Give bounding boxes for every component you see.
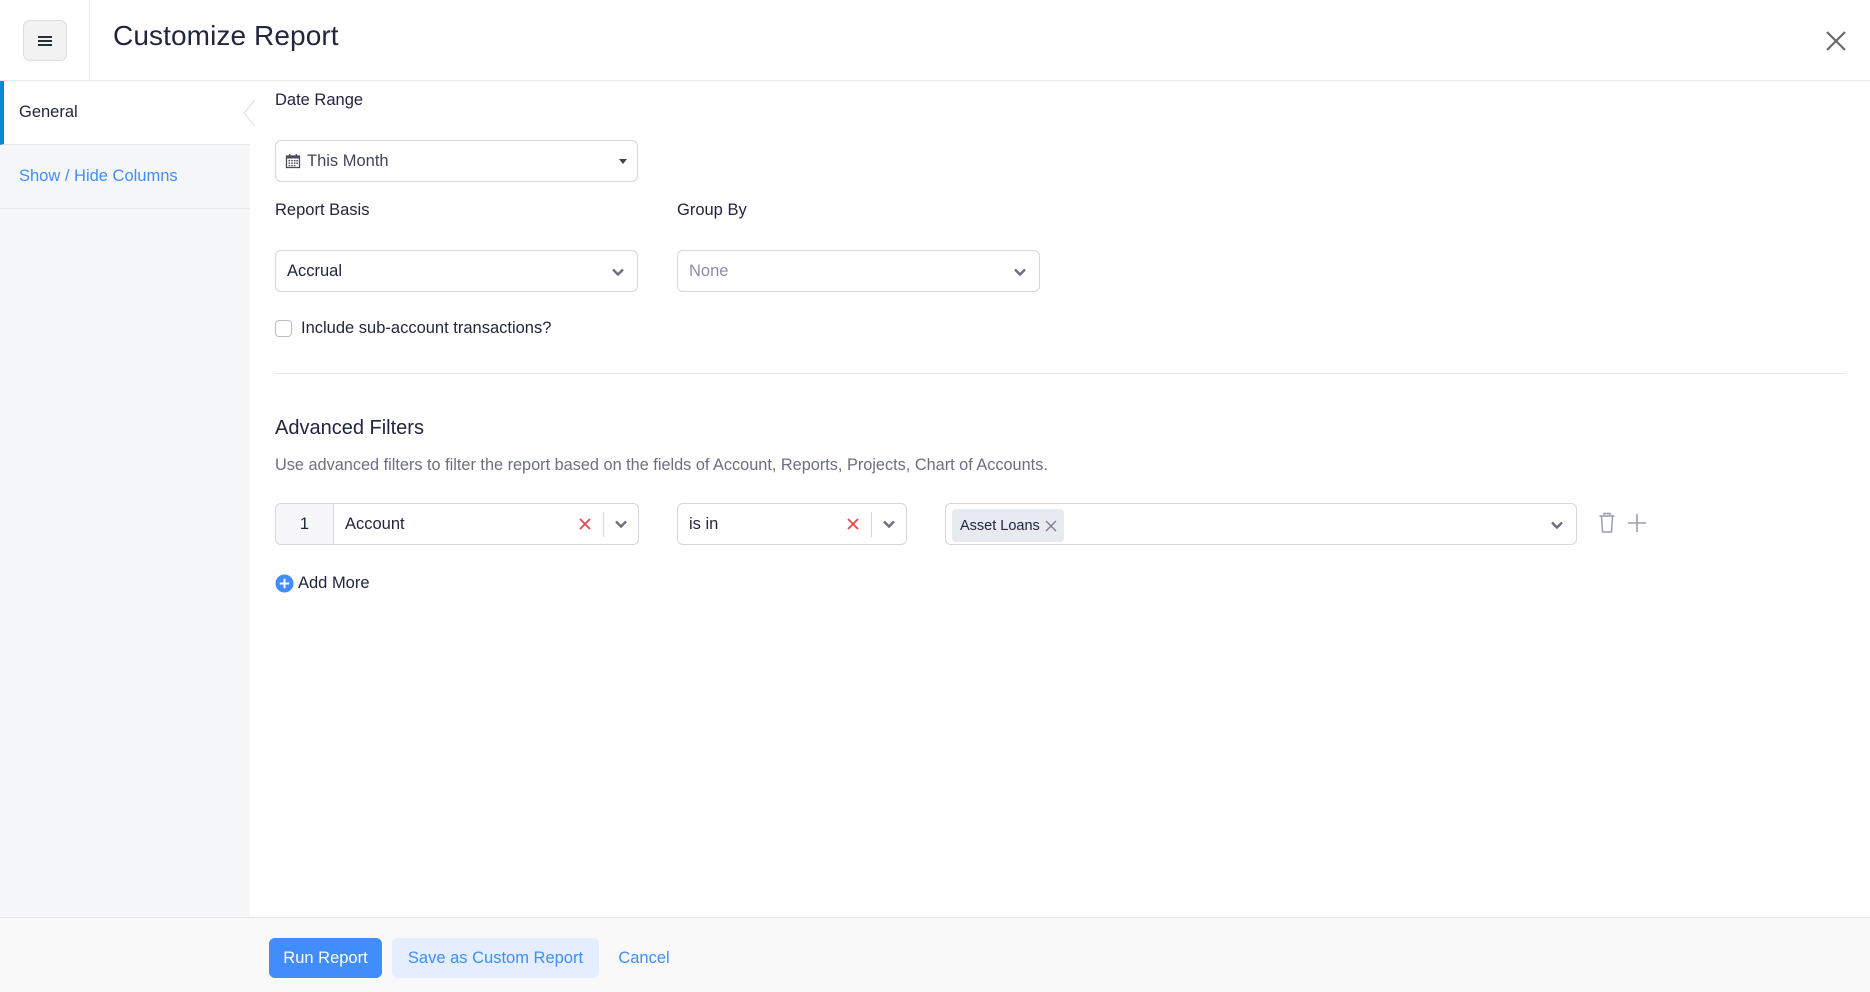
add-more-button[interactable]: Add More — [275, 574, 370, 593]
filter-comparator-dropdown-toggle[interactable] — [872, 504, 906, 544]
report-basis-value: Accrual — [287, 261, 343, 280]
filter-field-select[interactable]: Account — [333, 503, 639, 545]
clear-icon — [847, 518, 859, 530]
sidebar-item-show-hide-columns[interactable]: Show / Hide Columns — [0, 145, 250, 209]
calendar-icon — [285, 154, 301, 169]
clear-comparator-button[interactable] — [843, 514, 863, 534]
clear-icon — [579, 518, 591, 530]
dialog-header: Customize Report — [0, 0, 1870, 81]
include-sub-accounts-label: Include sub-account transactions? — [301, 319, 552, 337]
group-by-select[interactable]: None — [677, 250, 1040, 292]
hamburger-menu-icon — [38, 35, 52, 46]
filter-field-dropdown-toggle[interactable] — [604, 504, 638, 544]
add-filter-row-button[interactable] — [1626, 512, 1648, 534]
filter-field-value: Account — [345, 514, 405, 533]
caret-down-icon — [619, 159, 627, 164]
checkbox-box[interactable] — [275, 320, 292, 337]
chevron-down-icon — [883, 520, 895, 529]
sidebar-item-label: Show / Hide Columns — [19, 167, 178, 185]
advanced-filters-title: Advanced Filters — [275, 417, 424, 439]
date-range-label: Date Range — [275, 91, 364, 109]
sidebar-item-label: General — [19, 103, 78, 121]
cancel-button[interactable]: Cancel — [610, 938, 678, 978]
delete-filter-button[interactable] — [1596, 512, 1618, 534]
clear-field-button[interactable] — [575, 514, 595, 534]
value-chip: Asset Loans — [952, 509, 1064, 542]
plus-circle-icon — [275, 574, 294, 593]
section-divider — [275, 373, 1845, 374]
chevron-down-icon — [612, 268, 624, 277]
save-custom-report-button[interactable]: Save as Custom Report — [392, 938, 599, 978]
remove-chip-icon[interactable] — [1044, 519, 1058, 533]
include-sub-accounts-checkbox[interactable]: Include sub-account transactions? — [275, 319, 551, 338]
add-more-label: Add More — [298, 574, 370, 592]
chevron-down-icon — [1014, 268, 1026, 277]
dialog-footer: Run Report Save as Custom Report Cancel — [0, 917, 1870, 992]
menu-column — [0, 0, 90, 81]
filter-values-multiselect[interactable]: Asset Loans — [945, 503, 1577, 545]
date-range-value: This Month — [307, 151, 389, 170]
menu-button[interactable] — [23, 20, 67, 61]
close-icon — [1826, 31, 1846, 51]
trash-icon — [1599, 512, 1615, 533]
group-by-value: None — [689, 261, 729, 280]
filter-comparator-select[interactable]: is in — [677, 503, 907, 545]
filter-row-index: 1 — [275, 503, 333, 545]
report-basis-label: Report Basis — [275, 201, 370, 219]
group-by-label: Group By — [677, 201, 747, 219]
main-content: Date Range This Month Report Basis Accru… — [250, 81, 1870, 917]
page-title: Customize Report — [113, 20, 339, 51]
chevron-down-icon — [615, 520, 627, 529]
report-basis-select[interactable]: Accrual — [275, 250, 638, 292]
advanced-filters-description: Use advanced filters to filter the repor… — [275, 456, 1048, 474]
chevron-down-icon — [1551, 521, 1563, 530]
sidebar: General Show / Hide Columns — [0, 81, 256, 917]
value-chip-label: Asset Loans — [960, 517, 1040, 534]
close-button[interactable] — [1820, 25, 1852, 57]
run-report-button[interactable]: Run Report — [269, 938, 382, 978]
plus-icon — [1628, 514, 1646, 532]
date-range-select[interactable]: This Month — [275, 140, 638, 182]
filter-comparator-value: is in — [689, 514, 719, 533]
sidebar-item-general[interactable]: General — [0, 81, 256, 145]
